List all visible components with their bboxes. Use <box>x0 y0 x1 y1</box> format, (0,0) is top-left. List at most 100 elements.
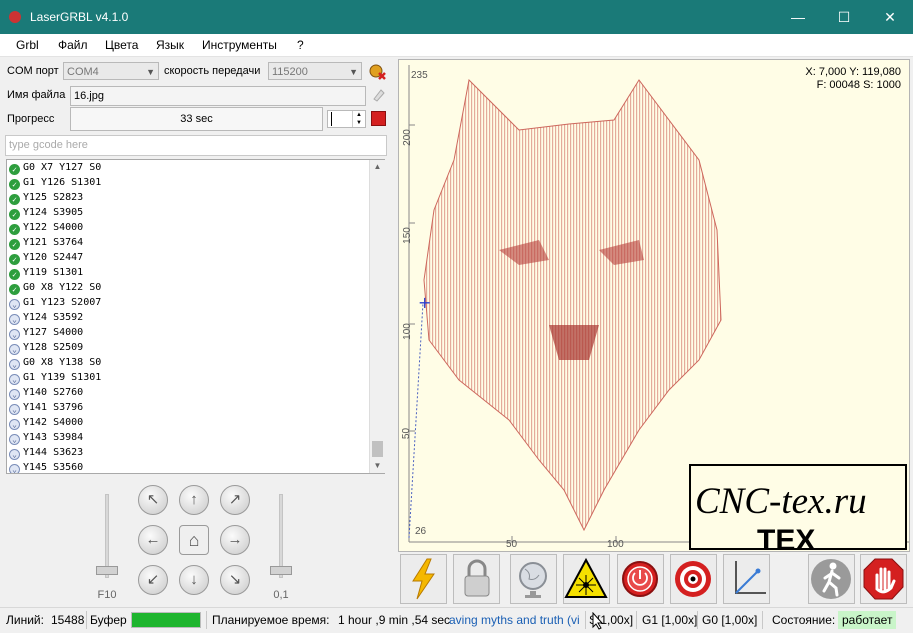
list-item[interactable]: ✓ Y120 S2447 <box>9 250 83 265</box>
lines-label: Линий: <box>6 613 44 627</box>
jog-left-button[interactable]: ← <box>138 525 168 555</box>
list-item[interactable]: ✓ Y125 S2823 <box>9 190 83 205</box>
checkmark-icon: ✓ <box>9 239 20 250</box>
stop-square-button[interactable] <box>371 111 386 126</box>
jog-down-button[interactable]: ↓ <box>179 565 209 595</box>
speed-slider-thumb[interactable] <box>96 566 118 575</box>
list-item[interactable]: ⌄ Y141 S3796 <box>9 400 83 415</box>
title-bar[interactable]: LaserGRBL v4.1.0 — ☐ ✕ <box>0 0 913 34</box>
step-slider-thumb[interactable] <box>270 566 292 575</box>
queued-chevron-icon: ⌄ <box>9 329 20 340</box>
gcode-text: G0 X7 Y127 S0 <box>23 162 102 173</box>
list-item[interactable]: ⌄ G1 Y123 S2007 <box>9 295 101 310</box>
flash-grbl-button[interactable] <box>400 554 447 604</box>
menu-tools[interactable]: Инструменты <box>202 38 277 52</box>
jog-up-left-button[interactable]: ↖ <box>138 485 168 515</box>
menu-file[interactable]: Файл <box>58 38 88 52</box>
menu-language[interactable]: Язык <box>156 38 184 52</box>
gcode-text: G1 Y139 S1301 <box>23 372 102 383</box>
checkmark-icon: ✓ <box>9 179 20 190</box>
list-item[interactable]: ⌄ Y143 S3984 <box>9 430 83 445</box>
state-label: Состояние: <box>772 613 836 627</box>
jog-up-button[interactable]: ↑ <box>179 485 209 515</box>
globe-button[interactable] <box>510 554 557 604</box>
x-tick-50: 50 <box>506 539 518 550</box>
watermark-sub: TEX <box>757 524 816 552</box>
gcode-text: Y121 S3764 <box>23 237 84 248</box>
file-name-label: Имя файла <box>7 89 66 101</box>
com-port-label: COM порт <box>7 65 59 77</box>
jog-up-right-button[interactable]: ↗ <box>220 485 250 515</box>
chevron-up-icon[interactable]: ▲ <box>370 160 385 174</box>
list-item[interactable]: ✓ Y122 S4000 <box>9 220 83 235</box>
close-button[interactable]: ✕ <box>867 0 913 34</box>
menu-help[interactable]: ? <box>297 38 304 52</box>
gcode-text: Y144 S3623 <box>23 447 84 458</box>
list-item[interactable]: ⌄ Y128 S2509 <box>9 340 83 355</box>
gcode-text: Y128 S2509 <box>23 342 84 353</box>
watermark-text: CNC-tex.ru <box>695 481 867 522</box>
jog-right-button[interactable]: → <box>220 525 250 555</box>
abort-button[interactable] <box>860 554 907 604</box>
jog-home-button[interactable]: ⌂ <box>179 525 209 555</box>
power-icon <box>622 561 658 597</box>
g1-override[interactable]: G1 [1,00x] <box>642 613 697 627</box>
list-item[interactable]: ⌄ G0 X8 Y138 S0 <box>9 355 101 370</box>
state-badge: работает <box>838 611 897 629</box>
axes-icon <box>735 561 766 594</box>
list-item[interactable]: ⌄ Y145 S3560 <box>9 460 83 473</box>
x-tick-100: 100 <box>607 539 624 550</box>
open-file-icon[interactable] <box>371 87 387 103</box>
list-item[interactable]: ✓ Y119 S1301 <box>9 265 83 280</box>
power-button[interactable] <box>617 554 664 604</box>
list-item[interactable]: ✓ G0 X8 Y122 S0 <box>9 280 101 295</box>
spinner-arrows-icon[interactable]: ▲ ▼ <box>352 111 365 127</box>
scrolling-link[interactable]: aving myths and truth (vi <box>449 613 580 627</box>
gcode-input[interactable]: type gcode here <box>5 135 387 156</box>
laser-warning-button[interactable] <box>563 554 610 604</box>
list-item[interactable]: ⌄ Y124 S3592 <box>9 310 83 325</box>
y-tick-26: 26 <box>415 526 427 537</box>
divider <box>585 611 586 629</box>
resume-button[interactable] <box>808 554 855 604</box>
progress-bar: 33 sec <box>70 107 323 131</box>
list-item[interactable]: ⌄ G1 Y139 S1301 <box>9 370 101 385</box>
target-button[interactable] <box>670 554 717 604</box>
chevron-down-icon[interactable]: ▼ <box>370 459 385 473</box>
list-item[interactable]: ⌄ Y144 S3623 <box>9 445 83 460</box>
g0-override[interactable]: G0 [1,00x] <box>702 613 757 627</box>
file-name-field[interactable]: 16.jpg <box>70 86 366 106</box>
y-tick-150: 150 <box>401 227 413 244</box>
jog-down-left-button[interactable]: ↙ <box>138 565 168 595</box>
axes-button[interactable] <box>723 554 770 604</box>
list-item[interactable]: ⌄ Y142 S4000 <box>9 415 83 430</box>
maximize-button[interactable]: ☐ <box>821 0 867 34</box>
app-icon <box>9 11 21 23</box>
chevron-down-icon: ▼ <box>146 67 155 77</box>
progress-spinner[interactable]: ▲ ▼ <box>327 110 366 128</box>
minimize-button[interactable]: — <box>775 0 821 34</box>
list-item[interactable]: ✓ G0 X7 Y127 S0 <box>9 160 101 175</box>
menu-grbl[interactable]: Grbl <box>16 38 39 52</box>
lightning-icon <box>412 558 435 600</box>
list-item[interactable]: ✓ G1 Y126 S1301 <box>9 175 101 190</box>
gcode-text: Y127 S4000 <box>23 327 84 338</box>
connect-icon[interactable] <box>368 62 386 80</box>
list-item[interactable]: ⌄ Y127 S4000 <box>9 325 83 340</box>
queued-chevron-icon: ⌄ <box>9 434 20 445</box>
menu-colors[interactable]: Цвета <box>105 38 138 52</box>
unlock-button[interactable] <box>453 554 500 604</box>
preview-canvas[interactable]: + X: 7,000 Y: 119,080 F: 00048 S: 1000 2… <box>398 59 910 552</box>
list-item[interactable]: ⌄ Y140 S2760 <box>9 385 83 400</box>
gcode-text: Y140 S2760 <box>23 387 84 398</box>
gcode-list-scrollbar[interactable]: ▲ ▼ <box>369 160 385 473</box>
list-item[interactable]: ✓ Y121 S3764 <box>9 235 83 250</box>
jog-down-right-button[interactable]: ↘ <box>220 565 250 595</box>
queued-chevron-icon: ⌄ <box>9 299 20 310</box>
gcode-list[interactable]: ✓ G0 X7 Y127 S0 ✓ G1 Y126 S1301 ✓ Y125 S2823 ✓… <box>6 159 385 474</box>
com-port-select[interactable]: COM4 ▼ <box>63 62 159 80</box>
scroll-thumb[interactable] <box>372 441 383 457</box>
watermark-box: CNC-tex.ru TEX <box>689 464 907 552</box>
baud-rate-select[interactable]: 115200 ▼ <box>268 62 362 80</box>
list-item[interactable]: ✓ Y124 S3905 <box>9 205 83 220</box>
